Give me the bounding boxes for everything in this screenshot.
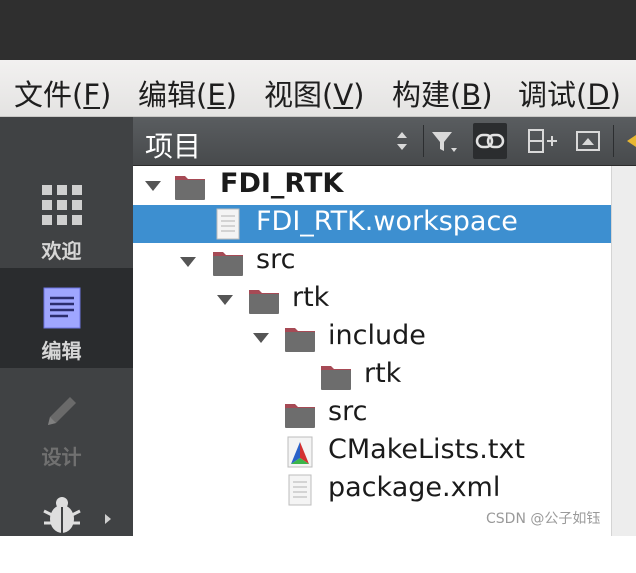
- file-icon: [216, 208, 240, 240]
- folder-icon: [175, 176, 205, 200]
- warning-edge-icon: [627, 135, 636, 147]
- menu-debug[interactable]: 调试(D): [518, 72, 621, 114]
- pencil-icon: [48, 397, 76, 425]
- mode-welcome[interactable]: 欢迎: [0, 165, 133, 265]
- folder-icon: [285, 404, 315, 428]
- mode-design-label: 设计: [41, 445, 82, 469]
- tree-item-folder[interactable]: src: [133, 243, 611, 281]
- split-icon: [528, 129, 557, 153]
- document-icon: [43, 287, 81, 329]
- tree-item-label: include: [328, 320, 426, 351]
- filter-icon: [432, 132, 457, 152]
- panel-title: 项目: [145, 130, 202, 163]
- expand-arrow-icon[interactable]: [145, 181, 161, 191]
- sync-link-button[interactable]: [473, 123, 507, 159]
- grid-icon: [42, 185, 82, 225]
- project-tree[interactable]: FDI_RTK FDI_RTK.workspace src rtk includ…: [133, 166, 611, 536]
- tree-item-label: rtk: [364, 358, 402, 389]
- tree-item-folder[interactable]: rtk: [133, 281, 611, 319]
- tree-item-folder[interactable]: include: [133, 319, 611, 357]
- link-icon: [475, 133, 505, 149]
- window-titlebar: [0, 0, 636, 60]
- menu-bar: 文件(F) 编辑(E) 视图(V) 构建(B) 调试(D): [0, 60, 636, 117]
- tree-item-file[interactable]: CMakeLists.txt: [133, 433, 611, 471]
- tree-item-workspace[interactable]: FDI_RTK.workspace: [133, 205, 611, 243]
- split-button[interactable]: [525, 123, 559, 159]
- collapse-icon: [576, 131, 600, 151]
- tree-item-label: FDI_RTK: [220, 168, 344, 199]
- menu-edit[interactable]: 编辑(E): [138, 72, 237, 114]
- filter-button[interactable]: [427, 123, 461, 159]
- menu-view[interactable]: 视图(V): [264, 72, 365, 114]
- tree-item-label: rtk: [292, 282, 330, 313]
- tree-item-label: CMakeLists.txt: [328, 434, 525, 465]
- close-panel-button[interactable]: [571, 123, 605, 159]
- folder-icon: [249, 290, 279, 314]
- project-panel-header: 项目: [133, 117, 636, 166]
- mode-edit[interactable]: 编辑: [0, 268, 133, 368]
- expand-arrow-icon[interactable]: [217, 295, 233, 305]
- tree-item-label: src: [328, 396, 368, 427]
- folder-icon: [321, 366, 351, 390]
- tree-item-project[interactable]: FDI_RTK: [133, 167, 611, 205]
- mode-debug[interactable]: [0, 473, 133, 573]
- sort-button[interactable]: [385, 123, 419, 159]
- tree-item-folder[interactable]: rtk: [133, 357, 611, 395]
- chevron-right-icon: [105, 514, 111, 524]
- folder-icon: [285, 328, 315, 352]
- menu-file[interactable]: 文件(F): [14, 72, 111, 114]
- tree-item-label: src: [256, 244, 296, 275]
- tree-item-file[interactable]: package.xml: [133, 471, 611, 509]
- bug-icon: [43, 497, 81, 533]
- vertical-scrollbar[interactable]: [611, 166, 636, 536]
- cmake-file-icon: [287, 436, 313, 468]
- mode-selector-bar: 欢迎 编辑 设计: [0, 117, 133, 536]
- folder-icon: [213, 252, 243, 276]
- file-icon: [288, 474, 312, 506]
- tree-item-folder[interactable]: src: [133, 395, 611, 433]
- mode-design[interactable]: 设计: [0, 371, 133, 471]
- expand-arrow-icon[interactable]: [180, 257, 196, 267]
- mode-edit-label: 编辑: [41, 339, 82, 363]
- watermark: CSDN @公子如钰: [486, 511, 601, 527]
- mode-welcome-label: 欢迎: [41, 239, 82, 263]
- menu-build[interactable]: 构建(B): [392, 72, 493, 114]
- tree-item-label: FDI_RTK.workspace: [256, 206, 518, 237]
- toolbar-separator: [613, 125, 614, 157]
- tree-item-label: package.xml: [328, 472, 501, 503]
- toolbar-separator: [423, 125, 424, 157]
- expand-arrow-icon[interactable]: [253, 333, 269, 343]
- sort-updown-icon: [397, 132, 407, 150]
